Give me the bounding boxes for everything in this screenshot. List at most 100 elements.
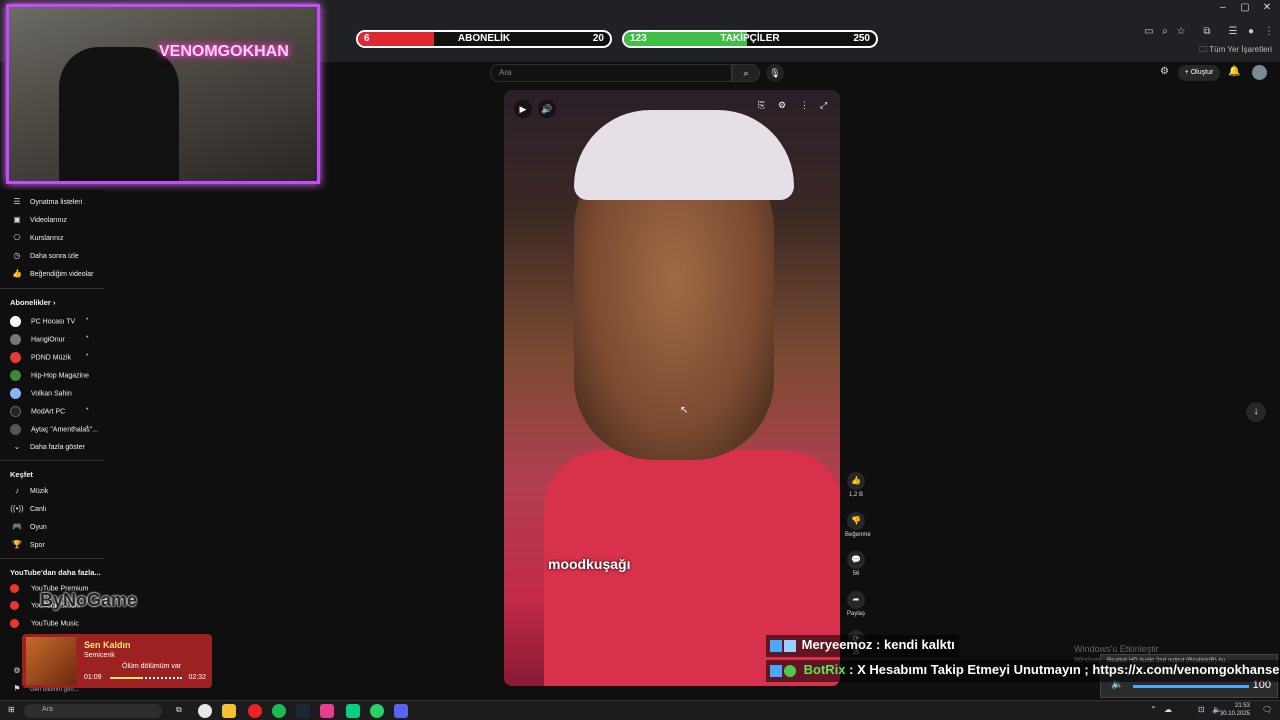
song-progress-bar — [110, 677, 182, 679]
like-button[interactable]: 👍 1,2 B — [845, 472, 867, 498]
sidebar-item-label: Oyun — [30, 524, 47, 531]
app-icon[interactable] — [346, 704, 360, 718]
channel-avatar — [10, 388, 21, 399]
taskbar-search-placeholder: Ara — [42, 706, 53, 713]
avatar[interactable] — [1252, 65, 1267, 80]
onedrive-icon[interactable]: ☁ — [1164, 705, 1172, 714]
search-input[interactable]: Ara — [490, 64, 732, 82]
sidebar-item-playlists[interactable]: ☰ Oynatma listeleri — [10, 197, 82, 206]
create-button[interactable]: + Oluştur — [1178, 65, 1220, 81]
star-icon[interactable]: ☆ — [1174, 26, 1188, 37]
chat-message: BotRix : X Hesabımı Takip Etmeyi Unutmay… — [766, 660, 1280, 682]
sidebar-item-label: Beğendiğim videolar — [30, 271, 94, 278]
search-button[interactable]: ⌕ — [732, 64, 760, 82]
settings-gear-icon[interactable]: ⚙ — [778, 100, 786, 111]
task-view-icon[interactable]: ⧉ — [176, 705, 182, 715]
sidebar-item-watch-later[interactable]: ◷ Daha sonra izle — [10, 251, 79, 260]
song-artist: Semicenk — [84, 652, 115, 659]
captions-icon[interactable]: ⎘ — [758, 100, 765, 111]
opera-icon[interactable] — [248, 704, 262, 718]
file-explorer-icon[interactable] — [222, 704, 236, 718]
settings-icon[interactable]: ⚙ — [1160, 66, 1169, 77]
sidebar-item-subscription[interactable]: PC Hocası TV — [10, 316, 75, 327]
share-icon: ➦ — [847, 591, 865, 609]
sidebar-item-sports[interactable]: 🏆 Spor — [10, 540, 45, 549]
explore-heading: Keşfet — [10, 470, 33, 479]
elapsed-time: 01:09 — [84, 674, 102, 681]
profile-icon[interactable]: ● — [1244, 26, 1258, 37]
sidebar-item-gaming[interactable]: 🎮 Oyun — [10, 522, 47, 531]
search-icon: ⌕ — [743, 68, 749, 78]
sidebar-item-label: Spor — [30, 542, 45, 549]
share-button[interactable]: ➦ Paylaş — [845, 591, 867, 617]
sidepanel-icon[interactable]: ☰ — [1226, 26, 1240, 37]
spotify-icon[interactable] — [272, 704, 286, 718]
bynogame-logo: ByNoGame — [40, 590, 138, 610]
dislike-label: Beğenme — [845, 532, 871, 538]
sidebar-item-courses[interactable]: ⎔ Kurslarınız — [10, 233, 64, 242]
follower-goal-label: TAKİPÇİLER — [720, 33, 780, 44]
sidebar-item-subscription[interactable]: HangiOnur — [10, 334, 65, 345]
youtube-header — [328, 62, 1280, 84]
show-more-label: Daha fazla göster — [30, 444, 85, 451]
comments-button[interactable]: 💬 56 — [845, 551, 867, 577]
chrome-icon[interactable] — [198, 704, 212, 718]
sidebar-item-subscription[interactable]: Hip-Hop Magazine — [10, 370, 89, 381]
network-icon[interactable]: ⊡ — [1198, 705, 1205, 714]
sidebar-item-subscription[interactable]: Aytaç "Amenthalas"... — [10, 424, 98, 435]
all-bookmarks[interactable]: 🗀 Tüm Yer İşaretleri — [1199, 44, 1272, 58]
volume-slider[interactable] — [1133, 685, 1249, 688]
channel-avatar — [10, 334, 21, 345]
live-icon: ((•)) — [10, 504, 24, 513]
subscriber-goal-target: 20 — [592, 33, 604, 44]
discord-icon[interactable] — [394, 704, 408, 718]
sidebar-item-label: Müzik — [30, 488, 49, 495]
windows-start-icon[interactable]: ⊞ — [8, 705, 15, 714]
next-video-button[interactable]: ↓ — [1246, 402, 1266, 422]
sidebar-item-subscription[interactable]: ModArt PC — [10, 406, 65, 417]
zoom-icon[interactable]: ⌕ — [1158, 26, 1172, 37]
sidebar-item-your-videos[interactable]: ▣ Videolarınız — [10, 215, 67, 224]
sidebar-item-label: Hip-Hop Magazine — [31, 372, 89, 380]
close-button[interactable]: ✕ — [1256, 2, 1278, 13]
fullscreen-icon[interactable]: ⤢ — [820, 100, 827, 111]
comment-icon: 💬 — [847, 551, 865, 569]
clock-time: 21:53 — [1234, 703, 1250, 709]
bell-icon[interactable]: 🔔 — [1228, 66, 1240, 77]
menu-icon[interactable]: ⋮ — [1262, 26, 1276, 37]
mic-button[interactable]: 🎙 — [766, 64, 784, 82]
sidebar-item-liked[interactable]: 👍 Beğendiğim videolar — [10, 269, 93, 278]
play-icon[interactable]: ▶ — [514, 100, 532, 118]
minimize-button[interactable]: – — [1212, 2, 1234, 13]
sidebar-item-music[interactable]: ♪ Müzik — [10, 486, 48, 495]
steam-icon[interactable] — [296, 704, 310, 718]
extensions-icon[interactable]: ⧉ — [1200, 26, 1214, 37]
sidebar-item-music-app[interactable]: YouTube Music — [10, 619, 79, 628]
channel-avatar — [10, 424, 21, 435]
notification-icon[interactable]: 🗨 — [1262, 705, 1272, 714]
app-icon[interactable] — [320, 704, 334, 718]
taskbar-search[interactable]: Ara — [24, 704, 162, 718]
maximize-button[interactable]: ▢ — [1234, 2, 1256, 13]
dislike-button[interactable]: 👎 Beğenme — [845, 512, 871, 538]
sidebar-item-live[interactable]: ((•)) Canlı — [10, 504, 46, 513]
show-more-button[interactable]: ⌄ Daha fazla göster — [10, 442, 85, 451]
new-content-dot: • — [86, 352, 89, 359]
taskbar-clock[interactable]: 21:53 30.10.2025 — [1220, 702, 1250, 718]
sidebar-item-label: Oynatma listeleri — [30, 199, 83, 206]
tray-chevron-icon[interactable]: ⌃ — [1150, 705, 1157, 714]
shorts-video-player[interactable]: moodkuşağı ▶ 🔊 ⎘ ⚙ ⋮ ⤢ — [504, 90, 840, 686]
more-options-icon[interactable]: ⋮ — [800, 100, 809, 111]
sidebar-item-subscription[interactable]: Volkan Sahin — [10, 388, 72, 399]
volume-slider-fill — [1133, 685, 1249, 688]
volume-icon[interactable]: 🔊 — [538, 100, 556, 118]
song-title: Sen Kaldın — [84, 640, 131, 650]
sidebar-item-subscription[interactable]: PDND Müzik — [10, 352, 71, 363]
cast-icon[interactable]: ▭ — [1142, 26, 1156, 37]
whatsapp-icon[interactable] — [370, 704, 384, 718]
sidebar-item-label: Canlı — [30, 506, 47, 513]
chat-text: : kendi kalktı — [872, 637, 955, 652]
youtube-studio-icon — [10, 601, 19, 610]
subscriptions-heading[interactable]: Abonelikler › — [10, 298, 55, 307]
chat-message: Meryeemoz : kendi kalktı — [766, 635, 959, 657]
